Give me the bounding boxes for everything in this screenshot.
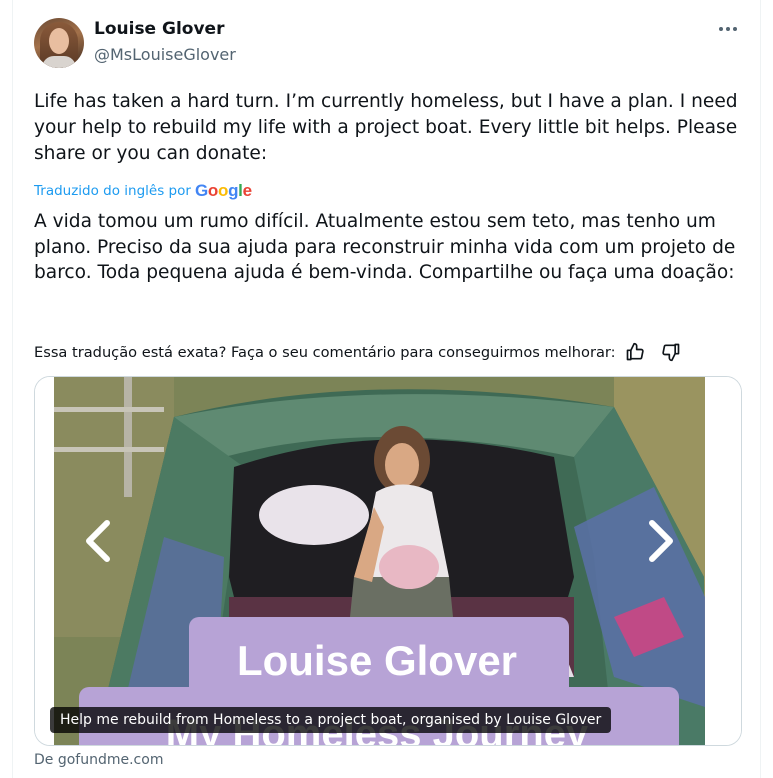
author-display-name[interactable]: Louise Glover (94, 19, 224, 39)
avatar[interactable] (34, 18, 84, 68)
google-logo: Google (194, 181, 252, 200)
card-source[interactable]: De gofundme.com (34, 752, 163, 768)
thumbs-up-icon[interactable] (624, 341, 646, 363)
card-caption[interactable]: Help me rebuild from Homeless to a proje… (50, 707, 612, 733)
link-card[interactable]: Louise Glover My Homeless Journey Help m… (34, 376, 742, 746)
thumbs-down-icon[interactable] (660, 341, 682, 363)
banner-name: Louise Glover (237, 637, 517, 684)
tweet-container: Louise Glover @MsLouiseGlover Life has t… (12, 0, 761, 778)
translation-attribution[interactable]: Traduzido do inglês por Google (34, 181, 252, 201)
more-horizontal-icon[interactable] (717, 18, 739, 40)
tweet-text-original: Life has taken a hard turn. I’m currentl… (34, 91, 738, 164)
author-handle[interactable]: @MsLouiseGlover (94, 45, 236, 64)
translated-by-label: Traduzido do inglês por (34, 183, 191, 199)
translation-feedback: Essa tradução está exata? Faça o seu com… (34, 341, 746, 363)
card-image[interactable]: Louise Glover My Homeless Journey (54, 377, 705, 745)
carousel-prev-arrow[interactable] (78, 517, 118, 565)
carousel-next-arrow[interactable] (641, 517, 681, 565)
feedback-prompt: Essa tradução está exata? Faça o seu com… (34, 343, 616, 361)
tweet-text-translated: A vida tomou um rumo difícil. Atualmente… (34, 211, 736, 283)
